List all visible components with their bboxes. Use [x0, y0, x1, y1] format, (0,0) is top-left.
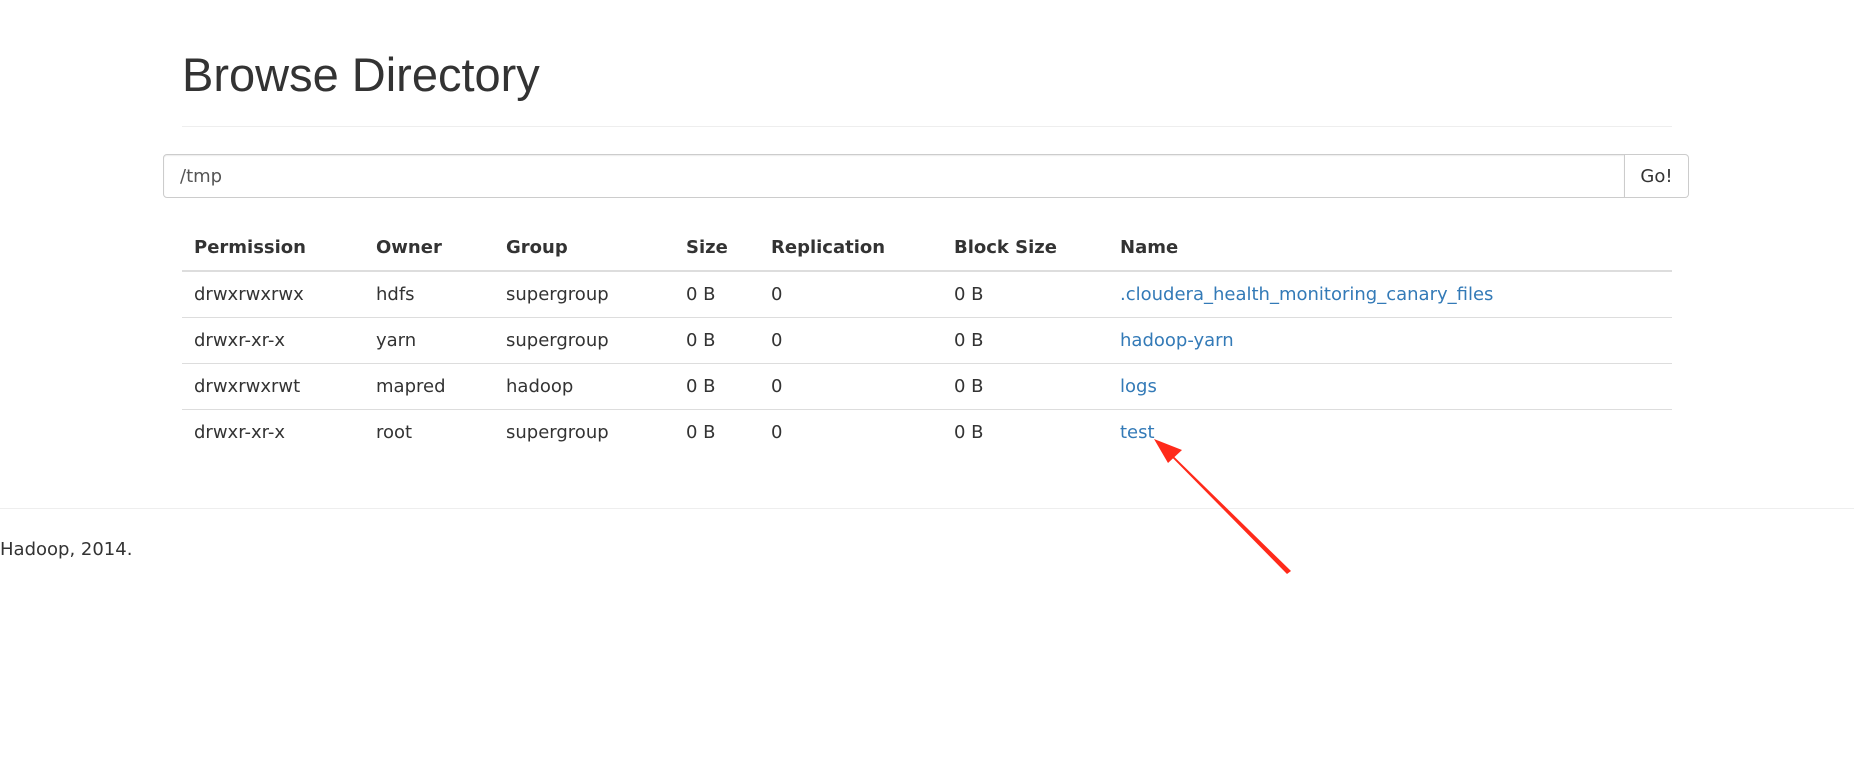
directory-listing: Permission Owner Group Size Replication … [182, 224, 1672, 455]
cell-size: 0 B [674, 317, 759, 364]
cell-owner: root [376, 422, 413, 443]
directory-table: Permission Owner Group Size Replication … [182, 224, 1672, 455]
go-button[interactable]: Go! [1625, 154, 1689, 198]
cell-size: 0 B [674, 271, 759, 318]
name-link[interactable]: logs [1120, 376, 1157, 397]
cell-name: test [1108, 410, 1672, 456]
cell-owner: yarn [364, 317, 494, 364]
cell-permission: drwxr-xr-x [194, 422, 285, 443]
header-block-size[interactable]: Block Size [942, 224, 1108, 272]
table-row: drwxrwxrwt mapred hadoop 0 B 0 0 B logs [182, 363, 1672, 410]
cell-name: .cloudera_health_monitoring_canary_files [1108, 271, 1672, 318]
cell-group: supergroup [494, 271, 674, 318]
cell-block-size: 0 B [942, 363, 1108, 410]
header-replication[interactable]: Replication [759, 224, 942, 272]
cell-replication: 0 [759, 363, 942, 410]
table-row: drwxr-xr-x root supergroup 0 B 0 0 B tes… [182, 410, 1672, 456]
cell-block-size: 0 B [942, 317, 1108, 364]
header-permission[interactable]: Permission [182, 224, 364, 272]
cell-owner: mapred [364, 363, 494, 410]
hdfs-browse-page: Browse Directory Go! Permission Owner Gr… [0, 0, 1854, 780]
name-link[interactable]: hadoop-yarn [1120, 330, 1234, 351]
page-footer: Hadoop, 2014. [0, 508, 1854, 560]
cell-replication: 0 [759, 317, 942, 364]
cell-permission: drwxrwxrwt [182, 363, 364, 410]
table-header-row: Permission Owner Group Size Replication … [182, 224, 1672, 272]
page-title: Browse Directory [182, 48, 540, 101]
cell-replication: 0 [759, 271, 942, 318]
cell-group: supergroup [494, 317, 674, 364]
cell-size: 0 B [686, 422, 716, 443]
path-bar: Go! [163, 154, 1689, 198]
cell-replication: 0 [771, 422, 783, 443]
header-size[interactable]: Size [674, 224, 759, 272]
header-name[interactable]: Name [1108, 224, 1672, 272]
cell-permission: drwxrwxrwx [182, 271, 364, 318]
cell-name: hadoop-yarn [1108, 317, 1672, 364]
page-header: Browse Directory [182, 42, 1672, 127]
cell-block-size: 0 B [954, 422, 984, 443]
table-row: drwxr-xr-x yarn supergroup 0 B 0 0 B had… [182, 317, 1672, 364]
table-row: drwxrwxrwx hdfs supergroup 0 B 0 0 B .cl… [182, 271, 1672, 318]
cell-name: logs [1108, 363, 1672, 410]
name-link[interactable]: .cloudera_health_monitoring_canary_files [1120, 284, 1493, 305]
cell-block-size: 0 B [942, 271, 1108, 318]
cell-group: supergroup [506, 422, 609, 443]
name-link[interactable]: test [1120, 422, 1155, 443]
cell-size: 0 B [674, 363, 759, 410]
footer-text: Hadoop, 2014. [0, 539, 133, 560]
directory-path-input[interactable] [163, 154, 1625, 198]
header-owner[interactable]: Owner [364, 224, 494, 272]
header-group[interactable]: Group [494, 224, 674, 272]
cell-permission: drwxr-xr-x [182, 317, 364, 364]
cell-group: hadoop [494, 363, 674, 410]
cell-owner: hdfs [364, 271, 494, 318]
